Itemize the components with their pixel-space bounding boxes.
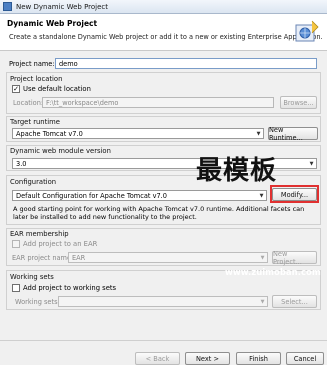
working-sets-select[interactable]: ▼ bbox=[58, 296, 268, 307]
new-runtime-button[interactable]: New Runtime... bbox=[268, 126, 318, 142]
watermark-text: 最模板 bbox=[196, 156, 278, 186]
use-default-location-label: Use default location bbox=[23, 85, 91, 93]
chevron-down-icon: ▼ bbox=[309, 160, 314, 167]
ear-project-select[interactable]: EAR ▼ bbox=[68, 252, 268, 263]
checkbox-checked-icon: ✓ bbox=[12, 84, 20, 93]
app-icon bbox=[3, 2, 12, 11]
project-name-input[interactable]: demo bbox=[55, 58, 317, 69]
next-button[interactable]: Next > bbox=[185, 352, 230, 365]
finish-button[interactable]: Finish bbox=[236, 352, 281, 365]
checkbox-unchecked-icon bbox=[12, 240, 20, 248]
chevron-down-icon: ▼ bbox=[260, 298, 265, 305]
target-runtime-section-label: Target runtime bbox=[10, 118, 60, 126]
configuration-value: Default Configuration for Apache Tomcat … bbox=[16, 192, 167, 200]
title-bar: New Dynamic Web Project bbox=[0, 0, 327, 14]
cancel-button[interactable]: Cancel bbox=[286, 352, 324, 365]
working-sets-label: Working sets: bbox=[15, 298, 60, 306]
add-to-working-sets-label: Add project to working sets bbox=[23, 284, 117, 292]
chevron-down-icon: ▼ bbox=[256, 130, 261, 137]
location-input[interactable]: F:\tt_workspace\demo bbox=[42, 97, 274, 108]
project-location-section-label: Project location bbox=[10, 75, 63, 83]
ear-project-value: EAR bbox=[72, 254, 86, 262]
ear-membership-section-label: EAR membership bbox=[10, 230, 69, 238]
wizard-title: Dynamic Web Project bbox=[7, 19, 98, 28]
add-to-ear-label: Add project to an EAR bbox=[23, 240, 98, 248]
chevron-down-icon: ▼ bbox=[260, 254, 265, 261]
wizard-description: Create a standalone Dynamic Web project … bbox=[9, 33, 323, 41]
add-to-working-sets-checkbox[interactable]: Add project to working sets bbox=[12, 284, 116, 292]
configuration-description: A good starting point for working with A… bbox=[13, 205, 305, 221]
highlight-box bbox=[270, 185, 319, 203]
select-button[interactable]: Select... bbox=[272, 295, 317, 308]
target-runtime-select[interactable]: Apache Tomcat v7.0 ▼ bbox=[12, 128, 264, 139]
window-title: New Dynamic Web Project bbox=[16, 2, 109, 11]
web-module-section-label: Dynamic web module version bbox=[10, 147, 111, 155]
new-project-button[interactable]: New Project... bbox=[272, 250, 317, 266]
add-to-ear-checkbox[interactable]: Add project to an EAR bbox=[12, 240, 97, 248]
chevron-down-icon: ▼ bbox=[259, 192, 264, 199]
web-module-version-value: 3.0 bbox=[16, 160, 27, 168]
web-project-icon bbox=[295, 20, 319, 42]
target-runtime-value: Apache Tomcat v7.0 bbox=[16, 130, 83, 138]
use-default-location-checkbox[interactable]: ✓ Use default location bbox=[12, 85, 91, 93]
ear-project-name-label: EAR project name: bbox=[12, 254, 74, 262]
wizard-header: Dynamic Web Project Create a standalone … bbox=[0, 14, 327, 51]
working-sets-section-label: Working sets bbox=[10, 273, 54, 281]
back-button[interactable]: < Back bbox=[135, 352, 180, 365]
project-name-label: Project name: bbox=[9, 60, 55, 68]
location-label: Location: bbox=[13, 99, 44, 107]
watermark-url: www.zuimoban.com bbox=[225, 268, 321, 278]
browse-button[interactable]: Browse... bbox=[280, 96, 317, 109]
configuration-section-label: Configuration bbox=[10, 178, 57, 186]
checkbox-unchecked-icon bbox=[12, 284, 20, 292]
configuration-select[interactable]: Default Configuration for Apache Tomcat … bbox=[12, 190, 267, 201]
